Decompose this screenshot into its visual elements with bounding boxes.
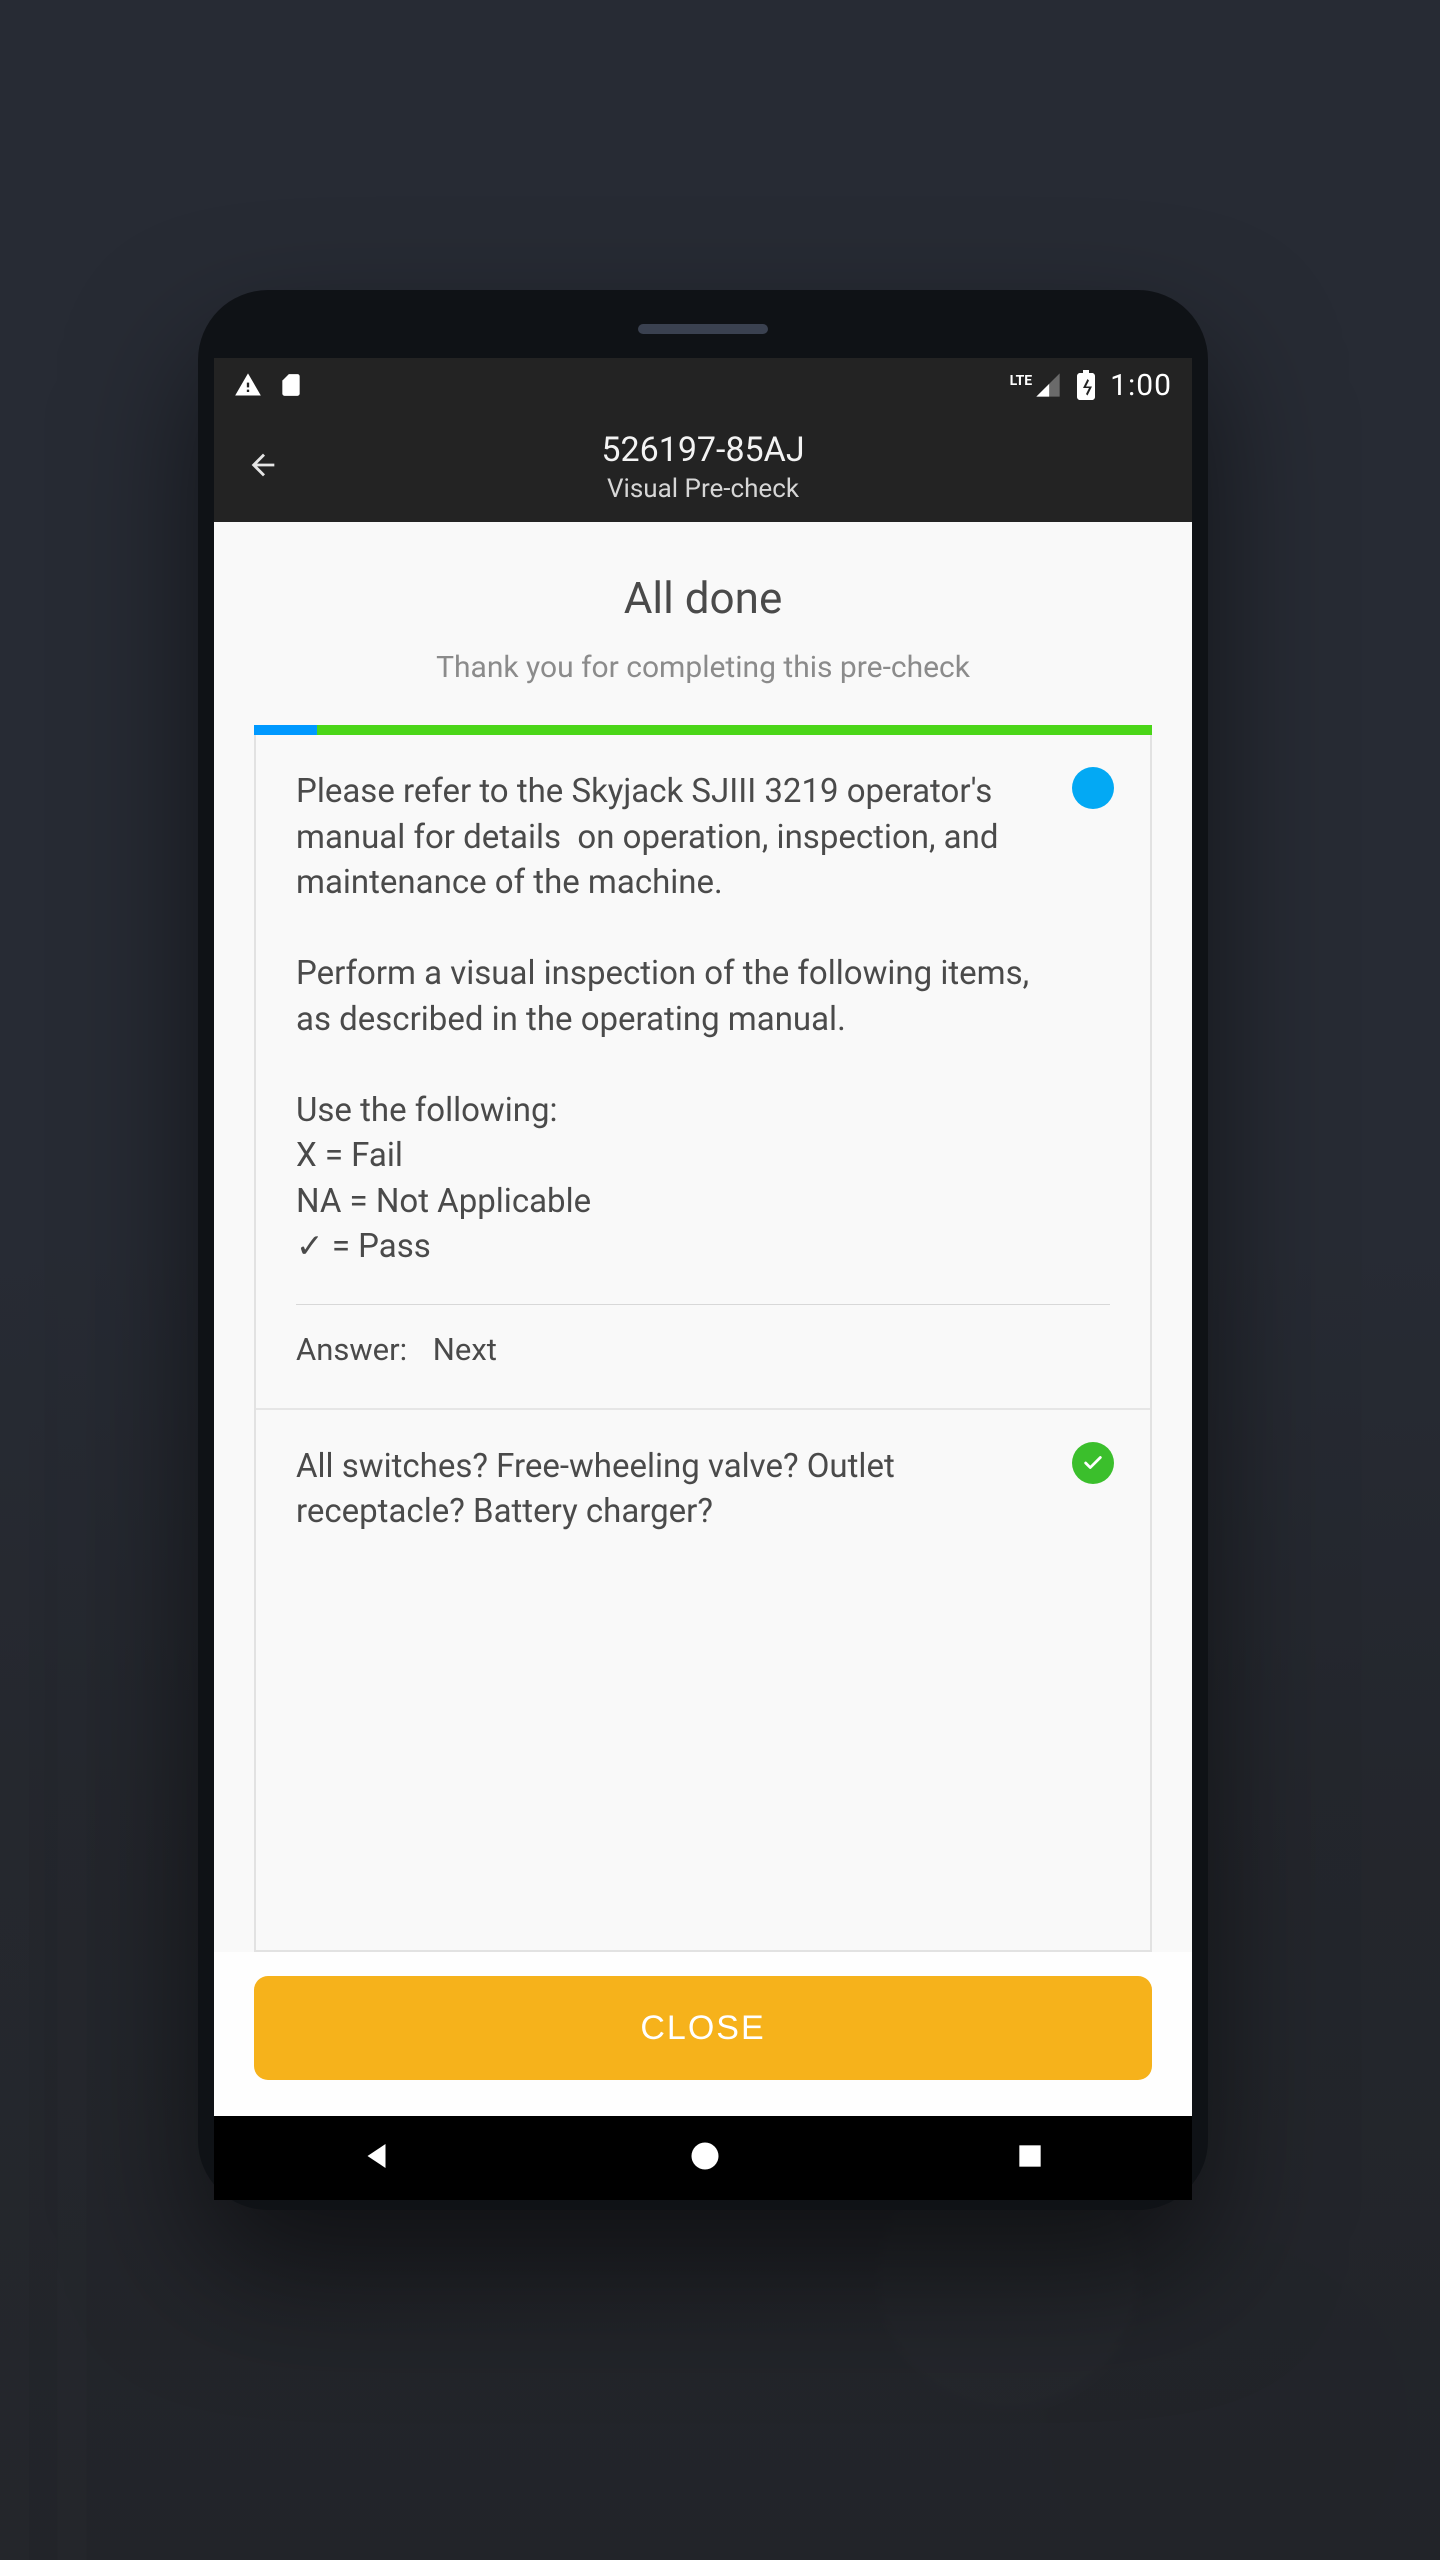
app-bar: 526197-85AJ Visual Pre-check — [214, 412, 1192, 522]
status-bar: LTE 1:00 — [214, 358, 1192, 412]
content-area: All done Thank you for completing this p… — [214, 522, 1192, 2116]
progress-bar — [254, 725, 1152, 735]
phone-screen: LTE 1:00 526197-85AJ Visual Pre-check — [214, 358, 1192, 2200]
back-button[interactable] — [234, 436, 292, 498]
status-dot-info-icon — [1072, 767, 1114, 809]
card-divider — [296, 1304, 1110, 1305]
card-body-text: All switches? Free-wheeling valve? Outle… — [296, 1444, 1056, 1535]
nav-home-button[interactable] — [647, 2120, 763, 2196]
appbar-title: 526197-85AJ — [214, 430, 1192, 470]
progress-segment-complete — [317, 725, 1152, 735]
status-dot-pass-icon — [1072, 1442, 1114, 1484]
card-body-text: Please refer to the Skyjack SJIII 3219 o… — [296, 769, 1056, 1270]
answer-value: Next — [433, 1331, 497, 1368]
precheck-card-instructions: Please refer to the Skyjack SJIII 3219 o… — [256, 735, 1150, 1410]
nav-back-button[interactable] — [320, 2120, 436, 2196]
footer: CLOSE — [214, 1952, 1192, 2116]
warning-icon — [234, 371, 262, 399]
cards-container[interactable]: Please refer to the Skyjack SJIII 3219 o… — [254, 735, 1152, 1952]
answer-row: Answer: Next — [296, 1331, 1110, 1368]
phone-frame: LTE 1:00 526197-85AJ Visual Pre-check — [198, 290, 1208, 2210]
page-subtitle: Thank you for completing this pre-check — [254, 650, 1152, 685]
appbar-subtitle: Visual Pre-check — [214, 474, 1192, 504]
lte-label: LTE — [1010, 373, 1033, 389]
nav-recent-button[interactable] — [974, 2122, 1086, 2194]
answer-label: Answer: — [296, 1331, 407, 1368]
progress-segment-start — [254, 725, 317, 735]
lte-signal-icon: LTE — [1010, 371, 1063, 399]
sd-card-icon — [278, 371, 304, 399]
status-time: 1:00 — [1110, 368, 1172, 403]
precheck-card-switches: All switches? Free-wheeling valve? Outle… — [256, 1410, 1150, 1545]
close-button[interactable]: CLOSE — [254, 1976, 1152, 2080]
android-nav-bar — [214, 2116, 1192, 2200]
page-title: All done — [254, 572, 1152, 624]
battery-charging-icon — [1076, 370, 1096, 400]
phone-speaker — [638, 324, 768, 334]
